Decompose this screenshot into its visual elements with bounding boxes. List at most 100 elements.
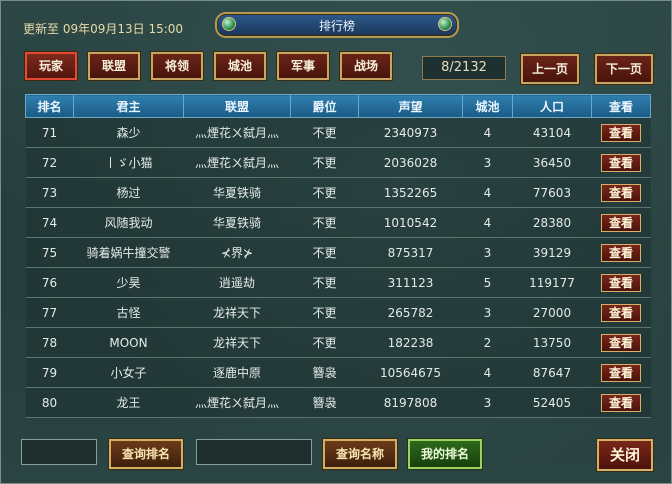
view-button[interactable]: 查看 — [601, 333, 641, 352]
lord-cell: 森少 — [73, 117, 184, 148]
table-row: 76 少昊 逍遥劫 不更 311123 5 119177 查看 — [25, 267, 651, 298]
lord-cell: 杨过 — [73, 177, 184, 208]
view-cell: 查看 — [591, 327, 651, 358]
cities-cell: 4 — [462, 207, 513, 238]
view-cell: 查看 — [591, 297, 651, 328]
cities-cell: 2 — [462, 327, 513, 358]
query-rank-button[interactable]: 查询排名 — [108, 438, 184, 470]
title-cell: 不更 — [290, 147, 359, 178]
view-button[interactable]: 查看 — [601, 153, 641, 172]
column-header: 声望 — [358, 94, 463, 118]
alliance-cell: 灬煙花ㄨ弑月灬 — [183, 387, 291, 418]
column-header: 城池 — [462, 94, 513, 118]
page-indicator: 8/2132 — [422, 56, 506, 80]
view-cell: 查看 — [591, 357, 651, 388]
rank-cell: 72 — [25, 147, 74, 178]
rank-cell: 75 — [25, 237, 74, 268]
alliance-cell: 灬煙花ㄨ弑月灬 — [183, 147, 291, 178]
lord-cell: 丨ゞ小猫 — [73, 147, 184, 178]
population-cell: 13750 — [512, 327, 592, 358]
title-cell: 不更 — [290, 207, 359, 238]
alliance-cell: 龙祥天下 — [183, 297, 291, 328]
title-cell: 不更 — [290, 297, 359, 328]
lord-cell: 古怪 — [73, 297, 184, 328]
table-row: 74 风随我动 华夏铁骑 不更 1010542 4 28380 查看 — [25, 207, 651, 238]
view-button[interactable]: 查看 — [601, 183, 641, 202]
view-cell: 查看 — [591, 117, 651, 148]
view-cell: 查看 — [591, 177, 651, 208]
lord-cell: 风随我动 — [73, 207, 184, 238]
tab-generals[interactable]: 将领 — [150, 51, 204, 81]
tab-battlefield[interactable]: 战场 — [339, 51, 393, 81]
rank-cell: 74 — [25, 207, 74, 238]
close-button[interactable]: 关闭 — [596, 438, 654, 472]
alliance-cell: 华夏铁骑 — [183, 207, 291, 238]
prestige-cell: 2036028 — [358, 147, 463, 178]
rank-search-input[interactable] — [21, 439, 97, 465]
cities-cell: 3 — [462, 297, 513, 328]
rank-cell: 77 — [25, 297, 74, 328]
prestige-cell: 2340973 — [358, 117, 463, 148]
rank-cell: 80 — [25, 387, 74, 418]
rank-cell: 71 — [25, 117, 74, 148]
lord-cell: 龙王 — [73, 387, 184, 418]
tab-alliances[interactable]: 联盟 — [87, 51, 141, 81]
cities-cell: 3 — [462, 387, 513, 418]
cities-cell: 4 — [462, 177, 513, 208]
alliance-cell: ⊀界⊁ — [183, 237, 291, 268]
tab-cities[interactable]: 城池 — [213, 51, 267, 81]
view-button[interactable]: 查看 — [601, 213, 641, 232]
table-row: 73 杨过 华夏铁骑 不更 1352265 4 77603 查看 — [25, 177, 651, 208]
title-cell: 不更 — [290, 267, 359, 298]
column-header: 爵位 — [290, 94, 359, 118]
column-header: 人口 — [512, 94, 592, 118]
title-bar: 排行榜 — [215, 12, 459, 38]
table-header-row: 排名 君主 联盟 爵位 声望 城池 人口 查看 — [25, 94, 651, 118]
prestige-cell: 182238 — [358, 327, 463, 358]
prev-page-button[interactable]: 上一页 — [520, 53, 580, 85]
rank-cell: 76 — [25, 267, 74, 298]
view-button[interactable]: 查看 — [601, 243, 641, 262]
query-name-button[interactable]: 查询名称 — [322, 438, 398, 470]
table-row: 72 丨ゞ小猫 灬煙花ㄨ弑月灬 不更 2036028 3 36450 查看 — [25, 147, 651, 178]
leaderboard-window: 更新至 09年09月13日 15:00 排行榜 玩家 联盟 将领 城池 军事 战… — [0, 0, 672, 484]
population-cell: 87647 — [512, 357, 592, 388]
table-row: 71 森少 灬煙花ㄨ弑月灬 不更 2340973 4 43104 查看 — [25, 117, 651, 148]
prestige-cell: 8197808 — [358, 387, 463, 418]
table-row: 80 龙王 灬煙花ㄨ弑月灬 簪袅 8197808 3 52405 查看 — [25, 387, 651, 418]
view-button[interactable]: 查看 — [601, 303, 641, 322]
prestige-cell: 875317 — [358, 237, 463, 268]
rank-cell: 78 — [25, 327, 74, 358]
population-cell: 36450 — [512, 147, 592, 178]
view-button[interactable]: 查看 — [601, 123, 641, 142]
tab-military[interactable]: 军事 — [276, 51, 330, 81]
population-cell: 52405 — [512, 387, 592, 418]
title-cell: 不更 — [290, 327, 359, 358]
view-cell: 查看 — [591, 147, 651, 178]
alliance-cell: 灬煙花ㄨ弑月灬 — [183, 117, 291, 148]
title-cell: 簪袅 — [290, 387, 359, 418]
population-cell: 43104 — [512, 117, 592, 148]
cities-cell: 5 — [462, 267, 513, 298]
name-search-input[interactable] — [196, 439, 312, 465]
view-cell: 查看 — [591, 387, 651, 418]
prestige-cell: 311123 — [358, 267, 463, 298]
population-cell: 39129 — [512, 237, 592, 268]
population-cell: 27000 — [512, 297, 592, 328]
view-button[interactable]: 查看 — [601, 273, 641, 292]
view-button[interactable]: 查看 — [601, 393, 641, 412]
lord-cell: 小女子 — [73, 357, 184, 388]
cities-cell: 4 — [462, 357, 513, 388]
column-header: 查看 — [591, 94, 651, 118]
tab-players[interactable]: 玩家 — [24, 51, 78, 81]
rank-cell: 73 — [25, 177, 74, 208]
lord-cell: MOON — [73, 327, 184, 358]
title-cell: 不更 — [290, 237, 359, 268]
cities-cell: 3 — [462, 237, 513, 268]
my-rank-button[interactable]: 我的排名 — [407, 438, 483, 470]
view-button[interactable]: 查看 — [601, 363, 641, 382]
title-cell: 不更 — [290, 177, 359, 208]
next-page-button[interactable]: 下一页 — [594, 53, 654, 85]
gem-icon — [438, 17, 452, 31]
population-cell: 28380 — [512, 207, 592, 238]
